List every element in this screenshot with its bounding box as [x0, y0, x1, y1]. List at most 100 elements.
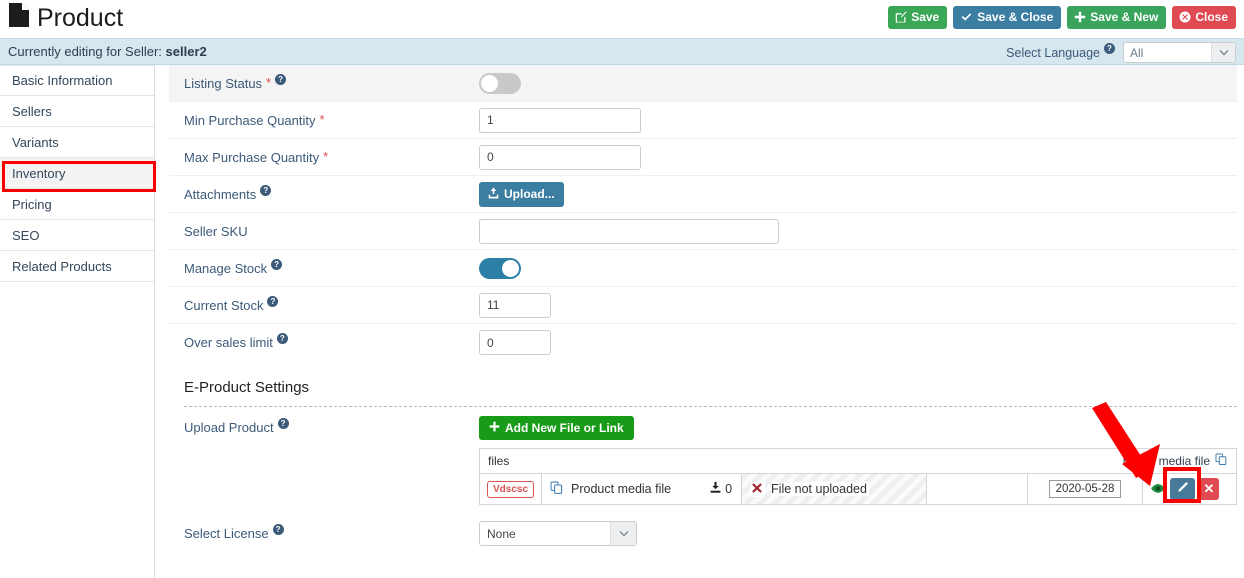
file-table-header: files Latest media file [480, 449, 1236, 474]
label-manage-stock: Manage Stock ? [184, 258, 479, 276]
upload-button-label: Upload... [504, 187, 555, 201]
row-min-purchase-quantity: Min Purchase Quantity * 1 [169, 102, 1237, 139]
file-tag-cell: Vdscsc [480, 474, 543, 504]
save-and-close-label: Save & Close [977, 10, 1054, 24]
edit-square-icon [895, 11, 907, 23]
delete-button[interactable]: ✕ [1199, 478, 1219, 500]
control-manage-stock [479, 257, 1237, 279]
add-new-file-or-link-button[interactable]: Add New File or Link [479, 416, 634, 440]
eye-icon[interactable] [1150, 481, 1166, 497]
file-status-cell: File not uploaded [742, 474, 928, 504]
min-purchase-quantity-input[interactable]: 1 [479, 107, 641, 133]
label-upload-product: Upload Product ? [184, 416, 479, 435]
sidebar-item-sellers[interactable]: Sellers [0, 96, 154, 127]
question-mark-icon[interactable]: ? [267, 295, 279, 307]
file-tag: Vdscsc [487, 480, 535, 498]
file-date-input[interactable]: 2020-05-28 [1048, 480, 1122, 498]
required-marker: * [323, 149, 329, 164]
sidebar-label: Basic Information [12, 73, 113, 88]
select-license-dropdown[interactable]: None [479, 521, 637, 546]
main-form: Listing Status * ? Min Purchase Quantity… [155, 65, 1244, 578]
question-mark-icon[interactable]: ? [260, 184, 272, 196]
over-sales-limit-input[interactable]: 0 [479, 330, 551, 355]
label-text: Manage Stock [184, 260, 268, 276]
close-button[interactable]: Close [1172, 6, 1236, 29]
question-mark-icon[interactable]: ? [277, 418, 289, 429]
seller-context-bar: Currently editing for Seller: seller2 Se… [0, 38, 1244, 65]
sidebar-item-related-products[interactable]: Related Products [0, 251, 154, 282]
download-icon [709, 481, 722, 497]
file-table-header-left: files [488, 454, 510, 468]
seller-context-prefix: Currently editing for Seller: [8, 44, 162, 59]
question-mark-icon[interactable]: ? [272, 524, 284, 535]
language-select[interactable]: All [1123, 42, 1236, 63]
sidebar-item-inventory[interactable]: Inventory [0, 158, 154, 189]
question-mark-icon[interactable]: ? [275, 73, 287, 85]
label-text: Over sales limit [184, 335, 273, 350]
chevron-down-icon [1211, 43, 1235, 62]
row-select-license: Select License ? None [169, 515, 1237, 552]
save-button[interactable]: Save [888, 6, 948, 29]
copy-files-icon [1215, 453, 1228, 469]
edit-button[interactable] [1170, 478, 1195, 500]
required-marker: * [266, 75, 272, 90]
page-title-text: Product [37, 4, 124, 32]
row-attachments: Attachments ? Upload... [169, 176, 1237, 213]
table-row: Vdscsc Product media file 0 File not upl… [480, 467, 1236, 504]
download-count: 0 [709, 481, 732, 497]
current-stock-input[interactable]: 11 [479, 292, 551, 318]
max-purchase-quantity-input[interactable]: 0 [479, 144, 641, 170]
save-and-new-label: Save & New [1090, 10, 1159, 24]
save-and-close-button[interactable]: Save & Close [953, 6, 1062, 29]
x-mark-icon [751, 481, 766, 497]
save-and-new-button[interactable]: Save & New [1067, 6, 1167, 29]
sidebar-item-variants[interactable]: Variants [0, 127, 154, 158]
add-new-file-or-link-label: Add New File or Link [505, 421, 624, 435]
language-select-value: All [1130, 45, 1144, 60]
label-text: Upload Product [184, 420, 274, 435]
sidebar-label: Variants [12, 134, 59, 150]
body-wrapper: Basic Information Sellers Variants Inven… [0, 65, 1244, 578]
label-text: Min Purchase Quantity [184, 112, 316, 128]
row-manage-stock: Manage Stock ? [169, 250, 1237, 287]
pencil-icon [1176, 481, 1189, 497]
file-table: files Latest media file Vdscsc Product m… [479, 448, 1237, 505]
sidebar-item-seo[interactable]: SEO [0, 220, 154, 251]
seller-context-text: Currently editing for Seller: seller2 [8, 44, 207, 59]
select-language-label-text: Select Language [1006, 45, 1100, 60]
file-date-cell: 2020-05-28 [1028, 474, 1143, 504]
seller-sku-input[interactable] [479, 218, 779, 244]
question-mark-icon[interactable]: ? [271, 258, 283, 270]
upload-button[interactable]: Upload... [479, 181, 564, 207]
row-over-sales-limit: Over sales limit ? 0 [169, 324, 1237, 361]
question-mark-icon[interactable]: ? [276, 333, 288, 344]
sidebar-label: Inventory [12, 165, 66, 181]
check-icon [960, 11, 973, 23]
latest-media-file-link[interactable]: Latest media file [1123, 453, 1236, 469]
label-attachments: Attachments ? [184, 184, 479, 202]
sidebar-item-pricing[interactable]: Pricing [0, 189, 154, 220]
listing-status-toggle[interactable] [479, 72, 521, 94]
manage-stock-toggle[interactable] [479, 257, 521, 279]
upload-icon [488, 187, 499, 202]
sidebar-label: SEO [12, 227, 40, 243]
sidebar-item-basic-information[interactable]: Basic Information [0, 65, 154, 96]
control-attachments: Upload... [479, 181, 1237, 207]
close-button-label: Close [1195, 10, 1228, 24]
row-current-stock: Current Stock ? 11 [169, 287, 1237, 324]
file-name-cell: Product media file 0 [542, 474, 743, 504]
label-select-license: Select License ? [184, 524, 479, 541]
label-text: Max Purchase Quantity [184, 149, 320, 165]
language-selector-group: Select Language ? All [1006, 42, 1236, 63]
label-seller-sku: Seller SKU [184, 224, 479, 239]
x-icon: ✕ [1203, 481, 1215, 496]
control-select-license: None [479, 521, 1237, 546]
copy-files-icon [550, 481, 564, 498]
row-max-purchase-quantity: Max Purchase Quantity * 0 [169, 139, 1237, 176]
plus-icon [1074, 11, 1086, 23]
sidebar-label: Related Products [12, 258, 112, 274]
question-mark-icon[interactable]: ? [1104, 43, 1115, 54]
label-current-stock: Current Stock ? [184, 295, 479, 313]
file-status-text: File not uploaded [771, 482, 869, 496]
control-max-purchase-quantity: 0 [479, 144, 1237, 170]
